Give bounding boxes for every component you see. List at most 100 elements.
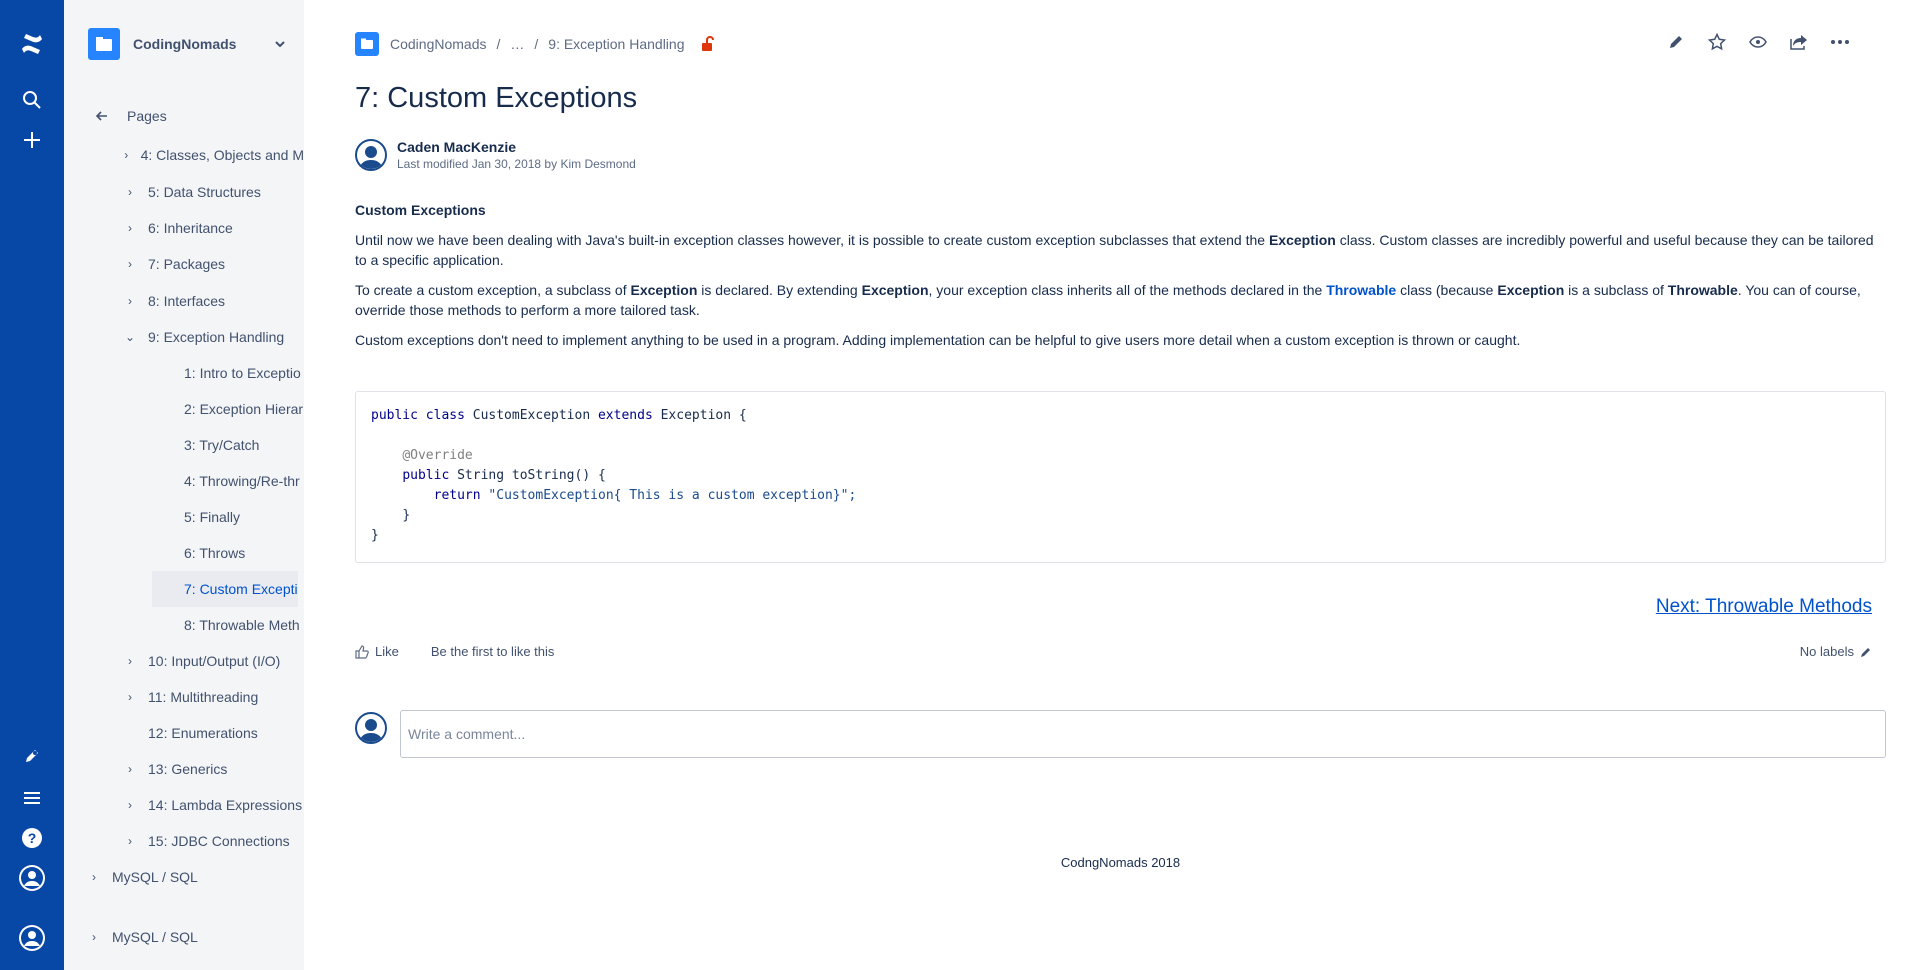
tree-item-label: 4: Classes, Objects and M	[140, 147, 304, 163]
tree-item[interactable]: › 5: Data Structures	[124, 177, 304, 207]
tree-item[interactable]: 6: Throws	[184, 538, 304, 568]
code-block: public class CustomException extends Exc…	[355, 391, 1886, 563]
chevron-right-icon[interactable]: ›	[124, 834, 136, 848]
tree-item[interactable]: › 13: Generics	[124, 754, 304, 784]
chevron-down-icon[interactable]: ⌄	[124, 330, 136, 344]
tree-item[interactable]: › 11: Multithreading	[124, 682, 304, 712]
tree-item-label: 1: Intro to Exceptio	[184, 365, 301, 381]
chevron-right-icon[interactable]: ›	[124, 185, 136, 199]
tree-item-current[interactable]: 7: Custom Exceptio	[152, 571, 298, 607]
tree-item-label: 2: Exception Hierar	[184, 401, 304, 417]
user-icon[interactable]	[16, 922, 48, 954]
tree-item[interactable]: › 14: Lambda Expressions	[124, 790, 304, 820]
paragraph: To create a custom exception, a subclass…	[355, 282, 1861, 318]
last-modified: Last modified Jan 30, 2018 by Kim Desmon…	[397, 157, 636, 171]
profile-icon[interactable]	[16, 862, 48, 894]
tree-item[interactable]: 12: Enumerations	[148, 718, 304, 748]
space-logo-icon	[88, 28, 120, 60]
like-label: Like	[375, 644, 399, 659]
main-content: CodingNomads / … / 9: Exception Handling…	[304, 0, 1920, 970]
search-icon[interactable]	[16, 84, 48, 116]
watch-icon[interactable]	[1742, 30, 1774, 54]
breadcrumb-ellipsis[interactable]: …	[510, 36, 524, 52]
tree-item-label: 8: Throwable Meth	[184, 617, 300, 633]
tree-item[interactable]: 1: Intro to Exceptio	[184, 358, 304, 388]
tree-item-label: 5: Data Structures	[148, 184, 261, 200]
menu-icon[interactable]	[16, 782, 48, 814]
tree-item[interactable]: › 8: Interfaces	[124, 286, 304, 316]
comment-row	[355, 710, 1886, 760]
tree-item-label: 5: Finally	[184, 509, 241, 525]
comment-input[interactable]	[400, 710, 1886, 758]
content-heading: Custom Exceptions	[355, 202, 486, 218]
tree-item[interactable]: 2: Exception Hierar	[184, 394, 304, 424]
space-logo-icon	[355, 32, 379, 56]
paragraph: Custom exceptions don't need to implemen…	[355, 332, 1521, 348]
chevron-right-icon[interactable]: ›	[124, 690, 136, 704]
tree-item[interactable]: › 15: JDBC Connections	[124, 826, 304, 856]
edit-labels-icon[interactable]	[1860, 646, 1872, 658]
tree-item-expanded[interactable]: ⌄ 9: Exception Handling	[124, 322, 304, 352]
share-icon[interactable]	[1783, 30, 1815, 54]
tree-item[interactable]: › 4: Classes, Objects and M	[124, 140, 304, 170]
global-nav: ?	[0, 0, 64, 970]
author-name[interactable]: Caden MacKenzie	[397, 138, 636, 156]
chevron-right-icon[interactable]: ›	[124, 257, 136, 271]
chevron-right-icon[interactable]: ›	[124, 762, 136, 776]
page-title: 7: Custom Exceptions	[355, 82, 638, 114]
space-sidebar: CodingNomads Pages › 4: Classes, Objects …	[64, 0, 304, 970]
tree-item[interactable]: 8: Throwable Meth	[184, 610, 304, 640]
confluence-logo-icon[interactable]	[16, 28, 48, 60]
like-row: Like Be the first to like this	[355, 644, 554, 659]
tree-item-label: 7: Custom Exceptio	[184, 581, 298, 597]
help-icon[interactable]: ?	[16, 822, 48, 854]
chevron-right-icon[interactable]: ›	[124, 798, 136, 812]
tree-item[interactable]: › 6: Inheritance	[124, 213, 304, 243]
create-icon[interactable]	[16, 124, 48, 156]
chevron-right-icon[interactable]: ›	[88, 870, 100, 884]
page-content: Custom Exceptions Until now we have been…	[355, 200, 1885, 360]
star-icon[interactable]	[1701, 30, 1733, 54]
svg-text:?: ?	[28, 830, 37, 846]
feedback-icon[interactable]	[16, 740, 48, 772]
tree-item-label: 13: Generics	[148, 761, 228, 777]
more-icon[interactable]	[1824, 30, 1856, 54]
tree-item[interactable]: › 10: Input/Output (I/O)	[124, 646, 304, 676]
labels-text: No labels	[1799, 644, 1854, 659]
tree-item-label: 8: Interfaces	[148, 293, 226, 309]
tree-item-label: MySQL / SQL	[112, 929, 198, 945]
like-button[interactable]: Like	[355, 644, 399, 659]
tree-item-label: 12: Enumerations	[148, 725, 258, 741]
edit-icon[interactable]	[1660, 30, 1692, 54]
chevron-right-icon[interactable]: ›	[124, 221, 136, 235]
breadcrumb-separator: /	[496, 36, 501, 52]
tree-item[interactable]: › 7: Packages	[124, 249, 304, 279]
tree-item-label: 4: Throwing/Re-thr	[184, 473, 300, 489]
throwable-link[interactable]: Throwable	[1326, 282, 1396, 298]
labels-section: No labels	[1800, 644, 1872, 659]
tree-item[interactable]: 3: Try/Catch	[184, 430, 304, 460]
avatar	[355, 712, 387, 744]
page-toolbar	[1651, 30, 1856, 54]
chevron-right-icon[interactable]: ›	[124, 294, 136, 308]
tree-item[interactable]: 5: Finally	[184, 502, 304, 532]
tree-item[interactable]: 4: Throwing/Re-thr	[184, 466, 304, 496]
breadcrumb-separator: /	[534, 36, 539, 52]
breadcrumb-space[interactable]: CodingNomads	[390, 36, 487, 52]
tree-item-label: 11: Multithreading	[148, 689, 259, 705]
breadcrumb-parent[interactable]: 9: Exception Handling	[548, 36, 684, 52]
next-page-link[interactable]: Next: Throwable Methods	[1656, 596, 1872, 618]
chevron-right-icon[interactable]: ›	[124, 654, 136, 668]
avatar[interactable]	[355, 139, 387, 171]
unlocked-icon[interactable]	[700, 36, 715, 52]
tree-item[interactable]: › MySQL / SQL	[88, 922, 304, 952]
chevron-right-icon[interactable]: ›	[88, 930, 100, 944]
tree-item-label: 9: Exception Handling	[148, 329, 285, 345]
tree-item[interactable]: › MySQL / SQL	[88, 862, 304, 892]
tree-item-label: 15: JDBC Connections	[148, 833, 290, 849]
space-header[interactable]: CodingNomads	[88, 28, 288, 60]
space-name: CodingNomads	[133, 36, 237, 52]
chevron-right-icon[interactable]: ›	[124, 148, 129, 162]
chevron-down-icon[interactable]	[272, 41, 288, 47]
pages-back-link[interactable]: Pages	[96, 106, 167, 126]
